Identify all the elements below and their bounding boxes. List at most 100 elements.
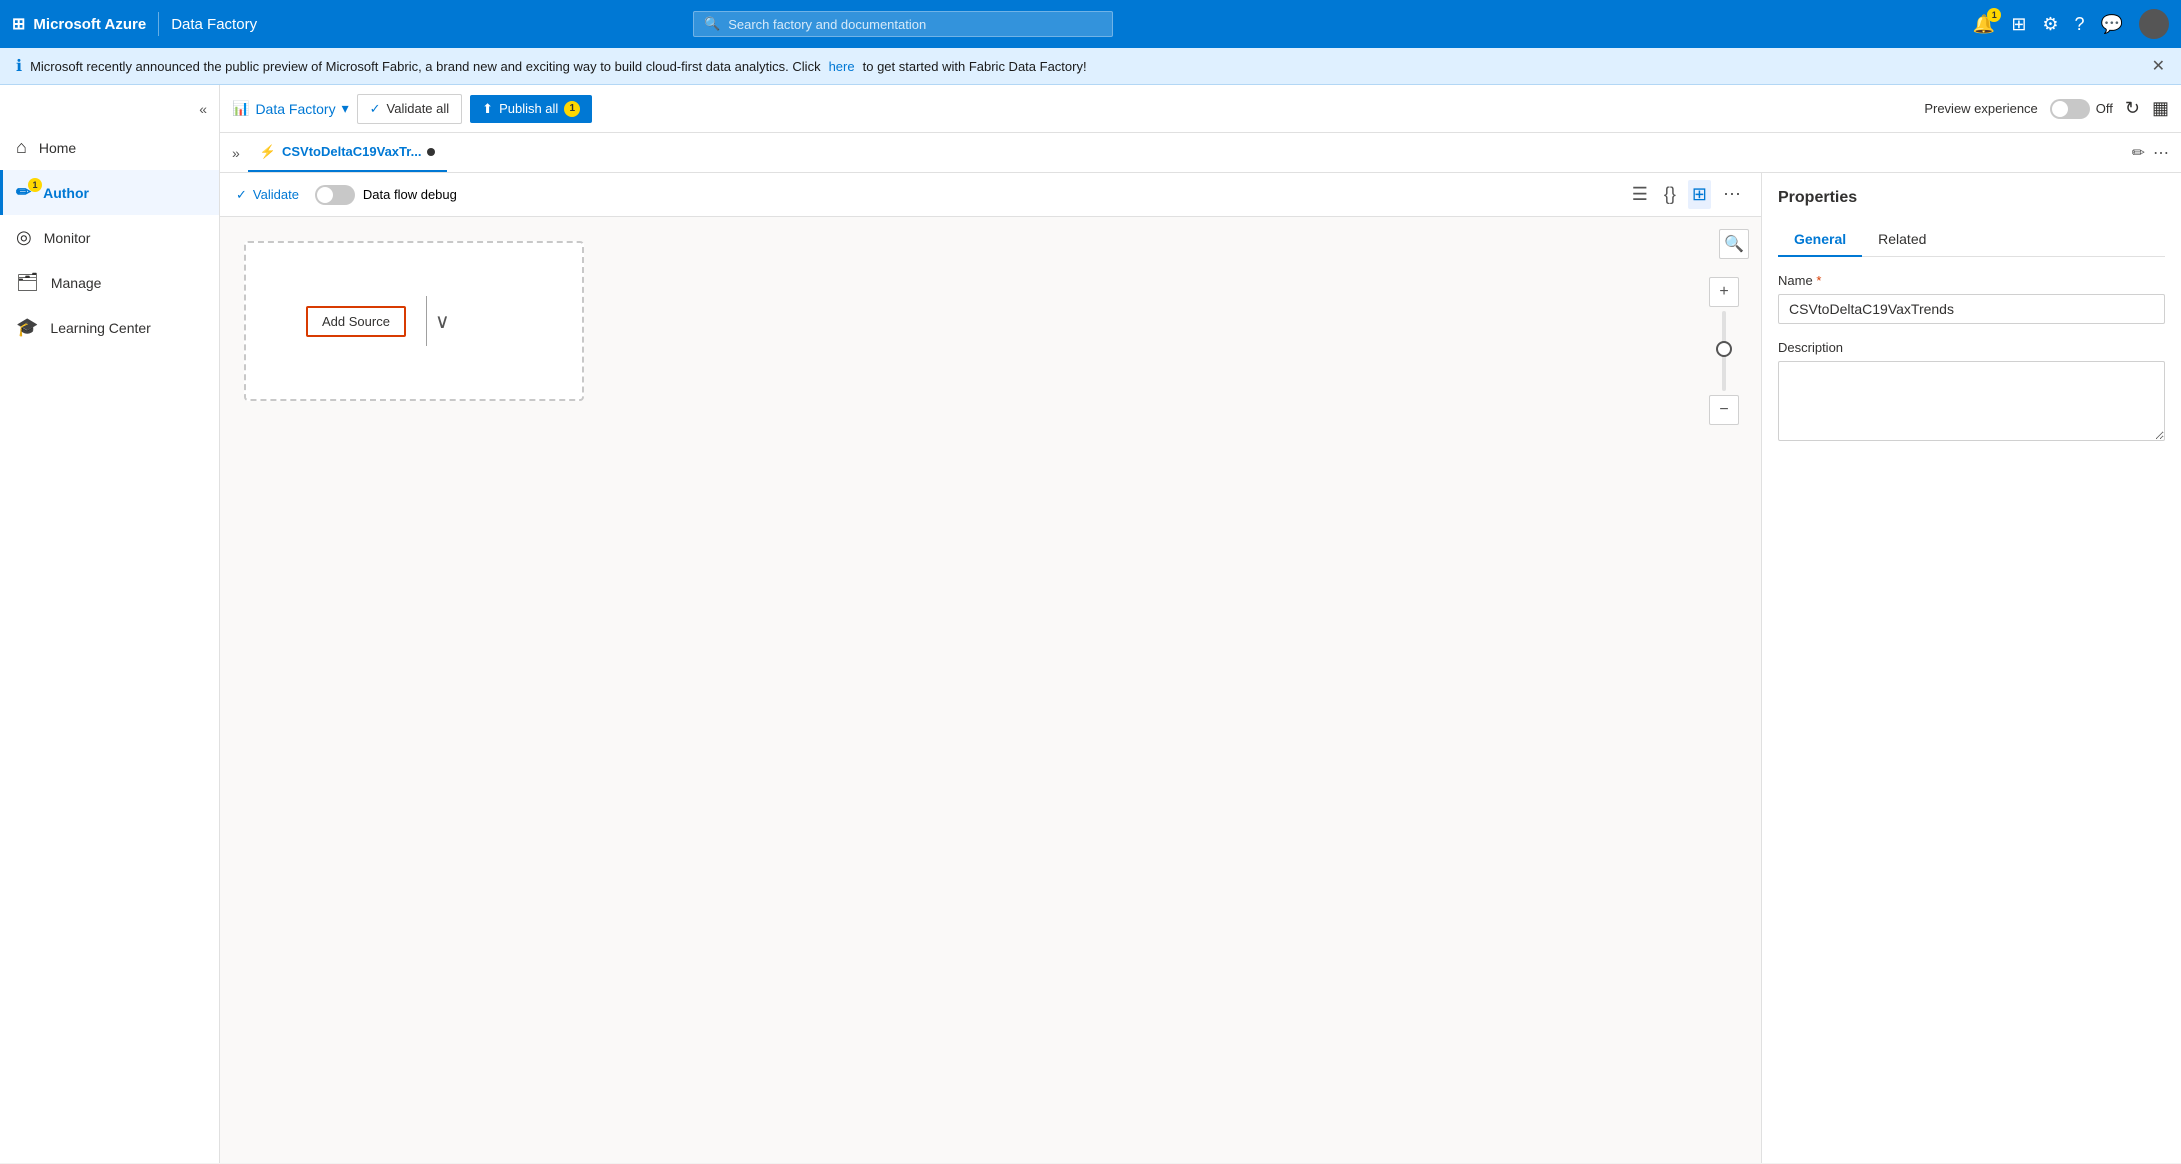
related-tab-label: Related <box>1878 231 1926 247</box>
tab-bar: » ⚡ CSVtoDeltaC19VaxTr... ✏ ⋯ <box>220 133 2181 173</box>
main-toolbar: 📊 Data Factory ▾ ✓ Validate all ⬆ Publis… <box>220 85 2181 133</box>
help-button[interactable]: ? <box>2075 14 2085 35</box>
validate-button[interactable]: ✓ Validate <box>236 187 299 203</box>
banner-close-button[interactable]: ✕ <box>2152 56 2165 76</box>
connector-arrow-icon: ∨ <box>435 309 450 334</box>
debug-toggle[interactable]: Data flow debug <box>315 185 457 205</box>
add-source-button[interactable]: Add Source <box>306 306 406 337</box>
add-source-label: Add Source <box>322 314 390 329</box>
search-bar[interactable]: 🔍 Search factory and documentation <box>693 11 1113 37</box>
properties-title: Properties <box>1778 189 2165 207</box>
user-avatar[interactable] <box>2139 9 2169 39</box>
brand-divider <box>158 12 159 36</box>
search-icon: 🔍 <box>704 16 720 32</box>
notifications-button[interactable]: 🔔 1 <box>1973 14 1995 35</box>
code-view-button[interactable]: {} <box>1660 180 1680 209</box>
more-options-button[interactable]: ⋯ <box>1719 180 1745 209</box>
sidebar-item-home[interactable]: ⌂ Home <box>0 125 219 170</box>
connector-line <box>426 296 427 346</box>
publish-all-button[interactable]: ⬆ Publish all 1 <box>470 95 592 123</box>
windows-icon: ⊞ <box>12 14 25 34</box>
required-star: * <box>1816 273 1821 288</box>
layout-button[interactable]: ▦ <box>2152 98 2169 119</box>
tab-expand-button[interactable]: » <box>232 145 240 161</box>
zoom-slider-track <box>1722 311 1726 391</box>
tab-edit-button[interactable]: ✏ <box>2132 143 2145 163</box>
canvas-controls: 🔍 <box>1719 229 1749 259</box>
validate-label: Validate <box>253 187 299 202</box>
validate-check-icon: ✓ <box>236 187 247 203</box>
sidebar-item-monitor[interactable]: ◎ Monitor <box>0 215 219 260</box>
description-field-textarea[interactable] <box>1778 361 2165 441</box>
zoom-slider-knob[interactable] <box>1716 341 1732 357</box>
general-tab[interactable]: General <box>1778 223 1862 257</box>
name-field-group: Name * <box>1778 273 2165 340</box>
toggle-control[interactable] <box>2050 99 2090 119</box>
properties-tabs: General Related <box>1778 223 2165 257</box>
dataflow-toolbar: ✓ Validate Data flow debug ☰ {} ⊞ ⋯ <box>220 173 1761 217</box>
canvas-connector: ∨ <box>418 296 450 346</box>
zoom-in-button[interactable]: + <box>1709 277 1739 307</box>
validate-icon: ✓ <box>370 101 381 117</box>
dataflow-tab[interactable]: ⚡ CSVtoDeltaC19VaxTr... <box>248 133 448 172</box>
general-tab-label: General <box>1794 231 1846 247</box>
info-icon: ℹ <box>16 56 22 76</box>
tab-more-button[interactable]: ⋯ <box>2153 143 2169 163</box>
notification-badge: 1 <box>1987 8 2001 22</box>
banner-link[interactable]: here <box>829 59 855 74</box>
monitor-icon: ◎ <box>16 227 32 248</box>
refresh-button[interactable]: ↻ <box>2125 98 2140 119</box>
name-field-input[interactable] <box>1778 294 2165 324</box>
info-banner: ℹ Microsoft recently announced the publi… <box>0 48 2181 85</box>
banner-text2: to get started with Fabric Data Factory! <box>863 59 1087 74</box>
dataflow-toolbar-right: ☰ {} ⊞ ⋯ <box>1628 180 1745 209</box>
name-field-label: Name * <box>1778 273 2165 288</box>
description-field-label: Description <box>1778 340 2165 355</box>
home-icon: ⌂ <box>16 137 27 158</box>
publish-icon: ⬆ <box>482 101 493 117</box>
tab-actions: ✏ ⋯ <box>2132 143 2169 163</box>
content-area: 📊 Data Factory ▾ ✓ Validate all ⬆ Publis… <box>220 85 2181 1163</box>
main-layout: « ⌂ Home ✏ Author 1 ◎ Monitor 🗂 Manage 🎓… <box>0 85 2181 1163</box>
preview-experience-label: Preview experience <box>1924 101 2037 116</box>
top-bar-icons: 🔔 1 ⊞ ⚙ ? 💬 <box>1973 9 2169 39</box>
brand-name: Microsoft Azure <box>33 16 146 33</box>
debug-toggle-control[interactable] <box>315 185 355 205</box>
top-nav-bar: ⊞ Microsoft Azure Data Factory 🔍 Search … <box>0 0 2181 48</box>
canvas-area: ✓ Validate Data flow debug ☰ {} ⊞ ⋯ <box>220 173 1761 1163</box>
learning-icon: 🎓 <box>16 317 38 338</box>
banner-text: Microsoft recently announced the public … <box>30 59 821 74</box>
sidebar-collapse-button[interactable]: « <box>0 93 219 125</box>
toggle-state-label: Off <box>2096 101 2113 116</box>
related-tab[interactable]: Related <box>1862 223 1942 257</box>
sidebar-item-manage[interactable]: 🗂 Manage <box>0 260 219 305</box>
app-title: Data Factory <box>171 16 257 33</box>
sidebar-item-author[interactable]: ✏ Author 1 <box>0 170 219 215</box>
settings-button[interactable]: ⚙ <box>2042 14 2058 35</box>
toggle-knob <box>2052 101 2068 117</box>
validate-all-button[interactable]: ✓ Validate all <box>357 94 463 124</box>
sidebar-item-label: Manage <box>51 275 102 291</box>
factory-dropdown[interactable]: 📊 Data Factory ▾ <box>232 100 349 117</box>
sidebar-item-label: Learning Center <box>50 320 150 336</box>
debug-label: Data flow debug <box>363 187 457 202</box>
search-placeholder: Search factory and documentation <box>728 17 926 32</box>
feedback-button[interactable]: 💬 <box>2101 14 2123 35</box>
sidebar-item-label: Monitor <box>44 230 91 246</box>
directory-button[interactable]: ⊞ <box>2011 14 2026 35</box>
canvas-props-area: ✓ Validate Data flow debug ☰ {} ⊞ ⋯ <box>220 173 2181 1163</box>
description-field-group: Description <box>1778 340 2165 444</box>
sidebar: « ⌂ Home ✏ Author 1 ◎ Monitor 🗂 Manage 🎓… <box>0 85 220 1163</box>
preview-toggle[interactable]: Off <box>2050 99 2113 119</box>
validate-all-label: Validate all <box>387 101 450 116</box>
canvas-search-button[interactable]: 🔍 <box>1719 229 1749 259</box>
brand-logo[interactable]: ⊞ Microsoft Azure <box>12 14 146 34</box>
zoom-out-button[interactable]: − <box>1709 395 1739 425</box>
list-view-button[interactable]: ☰ <box>1628 180 1652 209</box>
tab-label: CSVtoDeltaC19VaxTr... <box>282 144 421 159</box>
table-view-button[interactable]: ⊞ <box>1688 180 1711 209</box>
factory-icon: 📊 <box>232 100 249 117</box>
zoom-controls: + − <box>1709 277 1739 425</box>
canvas-inner: Add Source ∨ 🔍 + <box>220 217 1761 1163</box>
sidebar-item-learning-center[interactable]: 🎓 Learning Center <box>0 305 219 350</box>
